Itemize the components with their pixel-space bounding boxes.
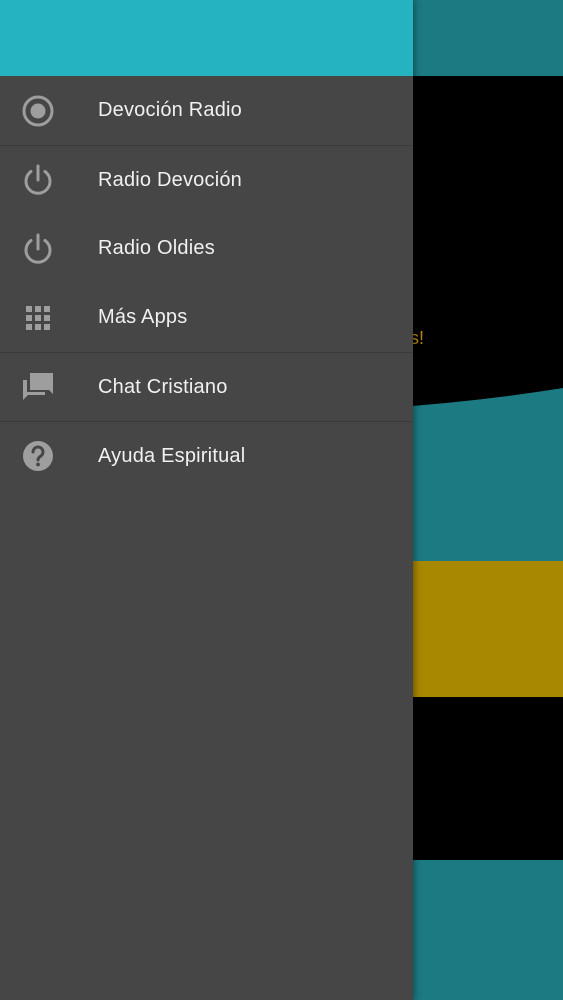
power-icon — [18, 160, 58, 200]
app-screen: as! Devoción Radio Radio Devoción — [0, 0, 563, 1000]
menu-item-radio-devocion[interactable]: Radio Devoción — [0, 145, 413, 214]
menu-item-label: Ayuda Espiritual — [98, 444, 246, 467]
menu-item-label: Más Apps — [98, 306, 188, 328]
chat-icon — [18, 367, 58, 407]
apps-grid-icon — [18, 298, 58, 338]
drawer-header — [0, 0, 413, 76]
menu-item-label: Radio Devoción — [98, 168, 242, 191]
menu-item-label: Devoción Radio — [98, 99, 242, 121]
menu-item-chat-cristiano[interactable]: Chat Cristiano — [0, 352, 413, 421]
help-icon — [18, 436, 58, 476]
menu-item-radio-oldies[interactable]: Radio Oldies — [0, 214, 413, 283]
power-icon — [18, 229, 58, 269]
menu-item-label: Radio Oldies — [98, 237, 215, 259]
menu-item-label: Chat Cristiano — [98, 375, 228, 398]
radio-button-icon — [18, 91, 58, 131]
navigation-drawer: Devoción Radio Radio Devoción Radio Oldi… — [0, 0, 413, 1000]
menu-item-ayuda-espiritual[interactable]: Ayuda Espiritual — [0, 421, 413, 490]
menu-item-mas-apps[interactable]: Más Apps — [0, 283, 413, 352]
menu-item-devocion-radio[interactable]: Devoción Radio — [0, 76, 413, 145]
